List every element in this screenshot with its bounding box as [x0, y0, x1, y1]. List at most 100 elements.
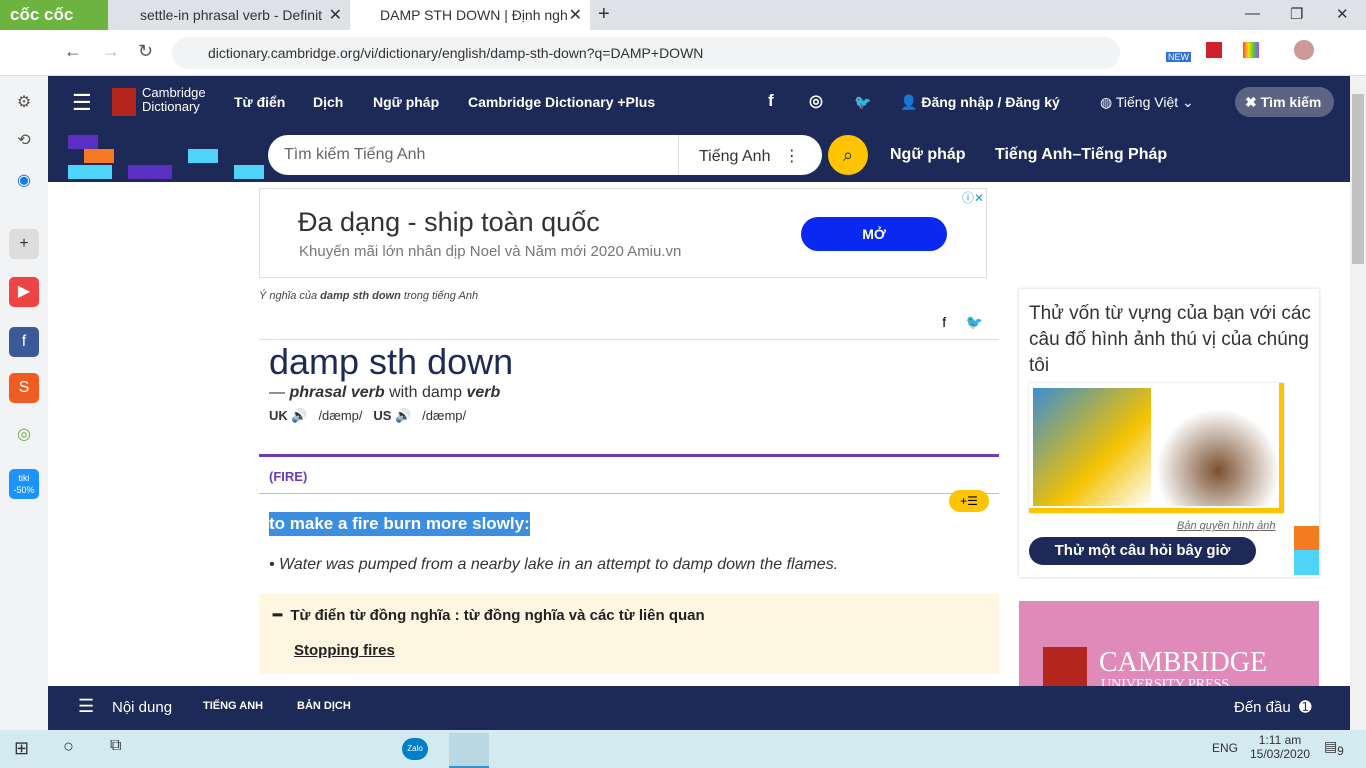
twitter-icon[interactable]: 🐦	[854, 94, 871, 111]
coccoc-taskbar-icon[interactable]	[449, 733, 489, 768]
restore-icon[interactable]: ❐	[1290, 5, 1303, 23]
add-icon[interactable]: +	[9, 229, 39, 259]
facebook-share-icon[interactable]: f	[942, 314, 946, 330]
ad-subtitle: Khuyến mãi lớn nhân dịp Noel và Năm mới …	[299, 243, 682, 260]
ad-open-button[interactable]: MỞ	[801, 217, 947, 251]
advertisement[interactable]: Đa dạng - ship toàn quốc Khuyến mãi lớn …	[259, 188, 987, 278]
search-icon[interactable]: ○	[63, 736, 74, 757]
reload-icon[interactable]: ↻	[138, 41, 153, 62]
site-logo[interactable]: Cambridge Dictionary	[142, 86, 212, 114]
meaning-suffix: trong tiếng Anh	[403, 290, 479, 302]
nav-dictionary[interactable]: Từ điển	[234, 94, 285, 110]
forward-icon[interactable]: →	[102, 41, 120, 62]
close-icon[interactable]: ✕	[569, 5, 582, 25]
clock[interactable]: 1:11 am 15/03/2020	[1250, 733, 1310, 761]
extension-new-badge[interactable]: NEW	[1166, 52, 1191, 62]
cup-text: CAMBRIDGE	[1099, 647, 1268, 678]
pos-with: with damp	[389, 384, 462, 401]
url-input[interactable]: dictionary.cambridge.org/vi/dictionary/e…	[172, 37, 1120, 69]
uk-audio-icon[interactable]: 🔊	[291, 408, 307, 423]
us-ipa: /dæmp/	[422, 408, 467, 423]
headword: damp sth down	[269, 341, 514, 382]
quiz-images[interactable]	[1029, 383, 1284, 513]
decor-block	[128, 165, 172, 179]
definition: to make a fire burn more slowly:	[269, 512, 530, 536]
tab-damp-sth-down[interactable]: DAMP STH DOWN | Định ngh ✕	[350, 0, 590, 30]
decor-block	[68, 135, 98, 149]
extension-icon[interactable]	[1243, 42, 1259, 58]
task-view-icon[interactable]: ⧉	[110, 737, 121, 755]
search-toggle-button[interactable]: ✖ Tìm kiếm	[1235, 87, 1334, 117]
back-to-top-button[interactable]: Đến đầu ➊	[1234, 698, 1312, 716]
nav-translate[interactable]: Dịch	[313, 94, 343, 110]
facebook-icon[interactable]: f	[9, 327, 39, 357]
search-button[interactable]: ⌕	[828, 135, 868, 175]
image-credit[interactable]: Bản quyền hình ảnh	[1177, 520, 1275, 532]
tab-bar: cốc cốc settle-in phrasal verb - Definit…	[0, 0, 1366, 30]
share-row: f 🐦	[259, 314, 999, 340]
example: • Water was pumped from a nearby lake in…	[269, 556, 839, 573]
tiki-icon[interactable]: tiki -50%	[9, 469, 39, 499]
thesaurus-link[interactable]: Stopping fires	[294, 642, 985, 659]
time: 1:11 am	[1258, 733, 1302, 747]
search-input[interactable]: Tìm kiếm Tiếng Anh Tiếng Anh ⋮	[268, 135, 822, 175]
facebook-icon[interactable]: f	[768, 91, 774, 111]
uk-label: UK	[269, 408, 288, 423]
nav-grammar[interactable]: Ngữ pháp	[373, 94, 439, 110]
language-indicator[interactable]: ENG	[1212, 741, 1238, 755]
cup-shield-icon	[1043, 647, 1087, 687]
close-window-icon[interactable]: ✕	[1336, 5, 1349, 23]
tab-english[interactable]: TIẾNG ANH	[203, 700, 263, 712]
messenger-icon[interactable]: ◉	[9, 166, 39, 196]
history-icon[interactable]: ⟲	[9, 126, 39, 156]
link-english-french[interactable]: Tiếng Anh–Tiếng Pháp	[995, 146, 1167, 164]
search-bar-row: Tìm kiếm Tiếng Anh Tiếng Anh ⋮ ⌕ Ngữ phá…	[48, 128, 1350, 182]
instagram-icon[interactable]: ◎	[809, 91, 823, 111]
language-text: Tiếng Việt	[1115, 94, 1179, 110]
windows-taskbar: ⊞ ○ ⧉ Zalo ENG 1:11 am 15/03/2020 ▤9	[0, 730, 1366, 768]
back-icon[interactable]: ←	[64, 41, 82, 62]
dictionary-select[interactable]: Tiếng Anh ⋮	[678, 135, 820, 175]
close-icon[interactable]: ✕	[329, 5, 342, 25]
collapse-icon[interactable]: ━	[273, 607, 282, 624]
menu-icon[interactable]: ☰	[78, 696, 94, 717]
shopee-icon[interactable]: S	[9, 373, 39, 403]
youtube-icon[interactable]: ▶	[9, 277, 39, 307]
search-placeholder: Tìm kiếm Tiếng Anh	[284, 146, 426, 163]
minimize-icon[interactable]: —	[1245, 5, 1260, 22]
menu-icon[interactable]: ☰	[72, 90, 92, 116]
language-select[interactable]: ◍ Tiếng Việt ⌄	[1100, 94, 1194, 111]
link-grammar[interactable]: Ngữ pháp	[890, 146, 966, 164]
quiz-start-button[interactable]: Thử một câu hỏi bây giờ	[1029, 537, 1256, 565]
extension-icon[interactable]	[1206, 42, 1222, 58]
nav-plus[interactable]: Cambridge Dictionary +Plus	[468, 94, 655, 110]
tab-translation[interactable]: BẢN DỊCH	[297, 700, 351, 712]
scrollbar-thumb[interactable]	[1352, 94, 1364, 264]
uk-ipa: /dæmp/	[318, 408, 363, 423]
browser-logo[interactable]: cốc cốc	[0, 0, 108, 30]
dictionary-select-text: Tiếng Anh	[699, 148, 771, 165]
zalo-icon[interactable]: Zalo	[402, 738, 428, 760]
browser-sidebar: ⚙ ⟲ ◉ + ▶ f S ◎ tiki -50%	[0, 76, 48, 730]
login-link[interactable]: 👤 Đăng nhập / Đăng ký	[900, 94, 1060, 111]
us-audio-icon[interactable]: 🔊	[395, 408, 411, 423]
tab-settle-in[interactable]: settle-in phrasal verb - Definit ✕	[110, 0, 350, 30]
back-to-top-text: Đến đầu	[1234, 699, 1291, 716]
guideword: (FIRE)	[259, 454, 999, 494]
contents-button[interactable]: Nội dung	[112, 699, 172, 716]
pos: phrasal verb	[289, 384, 385, 401]
thesaurus-box: ━ Từ điển từ đồng nghĩa : từ đồng nghĩa …	[259, 594, 999, 674]
ad-close-icon[interactable]: ⓘ✕	[962, 189, 984, 206]
add-to-list-button[interactable]: +☰	[949, 490, 989, 512]
new-tab-button[interactable]: +	[598, 3, 610, 26]
notification-icon[interactable]: ▤9	[1324, 738, 1344, 758]
pronunciation-line: UK 🔊 /dæmp/ US 🔊 /dæmp/	[259, 408, 999, 424]
twitter-share-icon[interactable]: 🐦	[966, 314, 983, 330]
avatar[interactable]	[1294, 40, 1314, 60]
coccoc-icon[interactable]: ◎	[9, 420, 39, 450]
quiz-title: Thử vốn từ vựng của bạn với các câu đố h…	[1029, 303, 1311, 376]
cup-advert[interactable]: CAMBRIDGE UNIVERSITY PRESS	[1019, 601, 1319, 687]
gear-icon[interactable]: ⚙	[9, 88, 39, 118]
snail-image	[1157, 388, 1279, 506]
windows-start-icon[interactable]: ⊞	[14, 738, 29, 759]
